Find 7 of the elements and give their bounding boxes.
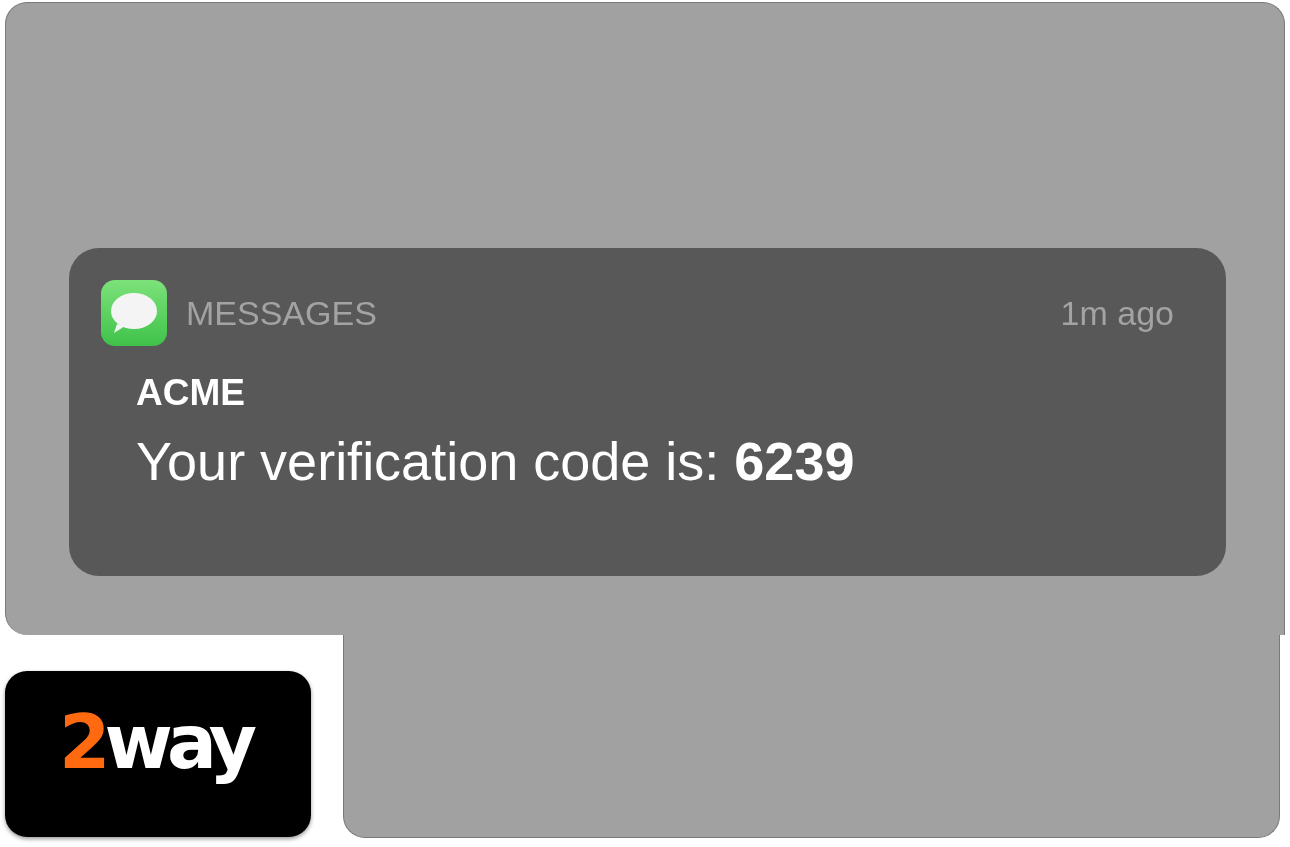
notification-card[interactable]: MESSAGES 1m ago ACME Your verification code is: 6239 xyxy=(69,248,1226,576)
message-text: Your verification code is: 6239 xyxy=(136,430,856,492)
logo-text: 2way xyxy=(58,697,253,787)
app-name: MESSAGES xyxy=(186,293,378,333)
messages-icon xyxy=(101,280,167,346)
timestamp: 1m ago xyxy=(1060,293,1174,333)
sender-name: ACME xyxy=(136,372,246,414)
